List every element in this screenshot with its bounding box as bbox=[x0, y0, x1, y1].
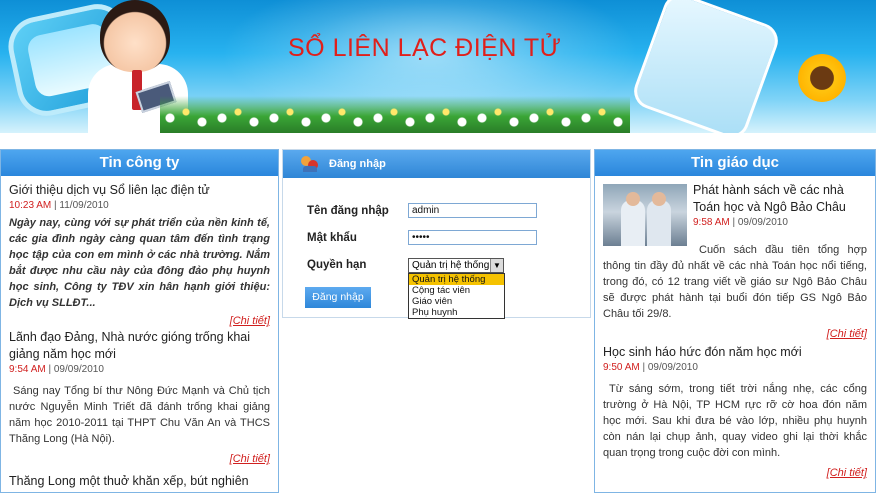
header-banner: SỔ LIÊN LẠC ĐIỆN TỬ bbox=[0, 0, 876, 133]
news-day: 09/09/2010 bbox=[737, 217, 788, 228]
news-item: Thăng Long một thuở khăn xếp, bút nghiên bbox=[1, 465, 278, 490]
role-option[interactable]: Giáo viên bbox=[409, 296, 504, 307]
education-news-panel: Tin giáo dục Phát hành sách về các nhà T… bbox=[594, 149, 876, 493]
login-title: Đăng nhập bbox=[329, 158, 386, 170]
role-option[interactable]: Quản trị hệ thống bbox=[409, 274, 504, 285]
login-button[interactable]: Đăng nhập bbox=[305, 287, 371, 308]
users-icon bbox=[301, 156, 319, 172]
phone-graphic bbox=[629, 0, 783, 133]
role-option[interactable]: Cộng tác viên bbox=[409, 285, 504, 296]
role-selected-value: Quản trị hệ thống bbox=[412, 260, 490, 271]
news-summary: Cuốn sách đầu tiên tổng hợp thông tin đầ… bbox=[603, 244, 867, 320]
password-label: Mật khẩu bbox=[307, 232, 357, 244]
sunflower-graphic bbox=[798, 54, 846, 102]
detail-link[interactable]: [Chi tiết] bbox=[230, 315, 270, 327]
news-time: 9:50 AM bbox=[603, 362, 640, 373]
news-item: Giới thiệu dịch vụ Sổ liên lạc điện tử 1… bbox=[1, 176, 278, 327]
site-title: SỔ LIÊN LẠC ĐIỆN TỬ bbox=[288, 34, 562, 62]
flower-field bbox=[160, 96, 630, 133]
chevron-down-icon[interactable]: ▼ bbox=[490, 259, 503, 272]
role-label: Quyền hạn bbox=[307, 259, 367, 271]
username-label: Tên đăng nhập bbox=[307, 205, 389, 217]
news-title[interactable]: Thăng Long một thuở khăn xếp, bút nghiên bbox=[9, 473, 270, 490]
news-day: 09/09/2010 bbox=[53, 364, 104, 375]
news-day: 11/09/2010 bbox=[59, 200, 109, 211]
news-title[interactable]: Giới thiệu dịch vụ Sổ liên lạc điện tử bbox=[9, 182, 270, 199]
news-time: 9:58 AM bbox=[693, 217, 730, 228]
username-input[interactable] bbox=[408, 203, 537, 218]
news-item: Học sinh háo hức đón năm học mới 9:50 AM… bbox=[595, 340, 875, 479]
news-day: 09/09/2010 bbox=[647, 362, 698, 373]
news-summary: Sáng nay Tổng bí thư Nông Đức Mạnh và Ch… bbox=[9, 385, 270, 445]
news-date: 9:50 AM | 09/09/2010 bbox=[603, 362, 698, 373]
news-title[interactable]: Lãnh đạo Đảng, Nhà nước gióng trống khai… bbox=[9, 329, 270, 363]
news-summary: Ngày nay, cùng với sự phát triển của nền… bbox=[9, 217, 270, 309]
role-select[interactable]: Quản trị hệ thống ▼ bbox=[408, 258, 504, 273]
detail-link[interactable]: [Chi tiết] bbox=[230, 453, 270, 465]
role-option[interactable]: Phụ huynh bbox=[409, 307, 504, 318]
news-item: Phát hành sách về các nhà Toán học và Ng… bbox=[595, 176, 875, 340]
login-header: Đăng nhập bbox=[283, 150, 590, 178]
detail-link[interactable]: [Chi tiết] bbox=[827, 328, 867, 340]
panel-title: Tin công ty bbox=[1, 150, 278, 176]
role-dropdown-list: Quản trị hệ thống Cộng tác viên Giáo viê… bbox=[408, 273, 505, 319]
panel-title: Tin giáo dục bbox=[595, 150, 875, 176]
news-time: 10:23 AM bbox=[9, 200, 52, 211]
news-time: 9:54 AM bbox=[9, 364, 46, 375]
student-head bbox=[100, 0, 170, 72]
login-panel: Đăng nhập Tên đăng nhập Mật khẩu ••••• Q… bbox=[282, 149, 591, 319]
news-date: 10:23 AM | 11/09/2010 bbox=[9, 200, 109, 211]
news-item: Lãnh đạo Đảng, Nhà nước gióng trống khai… bbox=[1, 327, 278, 465]
detail-link[interactable]: [Chi tiết] bbox=[827, 467, 867, 479]
news-thumbnail[interactable] bbox=[603, 184, 687, 246]
news-date: 9:54 AM | 09/09/2010 bbox=[9, 364, 104, 375]
company-news-panel: Tin công ty Giới thiệu dịch vụ Sổ liên l… bbox=[0, 149, 279, 493]
password-input[interactable]: ••••• bbox=[408, 230, 537, 245]
news-summary: Từ sáng sớm, trong tiết trời nắng nhẹ, c… bbox=[603, 383, 867, 459]
news-title[interactable]: Học sinh háo hức đón năm học mới bbox=[603, 344, 867, 361]
